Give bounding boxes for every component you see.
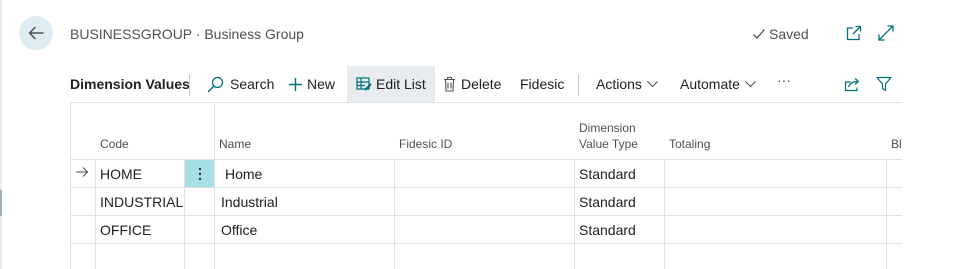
- new-button[interactable]: New: [288, 66, 335, 102]
- edit-list-icon: [356, 77, 372, 91]
- cell-name[interactable]: Home: [225, 166, 262, 182]
- row-actions-button[interactable]: [185, 160, 214, 187]
- back-button[interactable]: [19, 16, 53, 50]
- column-divider: [886, 159, 887, 269]
- column-header-name[interactable]: Name: [219, 136, 251, 152]
- search-label: Search: [230, 76, 275, 92]
- checkmark-icon: [753, 29, 765, 39]
- column-header-blocked[interactable]: Bl: [891, 136, 902, 152]
- page-caption: Dimension Values: [70, 76, 190, 92]
- action-bar-separator: [189, 74, 190, 96]
- edit-list-button[interactable]: Edit List: [347, 66, 435, 102]
- arrow-left-icon: [28, 26, 44, 40]
- fidesic-button[interactable]: Fidesic: [520, 66, 564, 102]
- column-header-code[interactable]: Code: [100, 136, 129, 152]
- action-bar: Dimension Values Search New Edit List De…: [70, 66, 902, 103]
- column-divider: [95, 159, 96, 269]
- share-icon: [844, 78, 860, 92]
- vertical-ellipsis-icon: [198, 167, 201, 180]
- saved-label: Saved: [769, 26, 809, 42]
- row-divider: [70, 243, 902, 244]
- column-header-line: Dimension: [579, 121, 636, 135]
- page-title: BUSINESSGROUP · Business Group: [70, 26, 304, 42]
- row-divider: [70, 187, 902, 188]
- open-in-new-window-button[interactable]: [845, 24, 863, 42]
- search-icon: [207, 76, 224, 92]
- cell-name[interactable]: Office: [221, 222, 257, 238]
- automate-label: Automate: [680, 76, 740, 92]
- saved-status: Saved: [752, 26, 809, 42]
- new-label: New: [307, 76, 336, 92]
- column-header-dimension-value-type[interactable]: Dimension Value Type: [579, 120, 638, 152]
- cell-code[interactable]: HOME: [100, 166, 142, 182]
- edit-list-label: Edit List: [376, 76, 426, 92]
- filter-button[interactable]: [876, 66, 898, 102]
- filter-icon: [876, 76, 892, 92]
- actions-label: Actions: [596, 76, 642, 92]
- arrow-right-icon: [76, 167, 89, 177]
- trash-icon: [444, 76, 455, 92]
- plus-icon: [289, 77, 302, 91]
- expand-button[interactable]: [877, 24, 895, 42]
- column-divider: [394, 159, 395, 269]
- column-divider: [574, 159, 575, 269]
- delete-label: Delete: [461, 76, 502, 92]
- chevron-down-icon: [647, 80, 658, 87]
- cell-code[interactable]: INDUSTRIAL: [100, 194, 183, 210]
- cell-code[interactable]: OFFICE: [100, 222, 151, 238]
- column-header-line: Value Type: [579, 137, 638, 151]
- automate-menu[interactable]: Automate: [680, 66, 756, 102]
- cell-dimension-value-type[interactable]: Standard: [579, 194, 636, 210]
- more-options-button[interactable]: ···: [777, 62, 791, 98]
- left-edge-marker: [0, 190, 2, 216]
- row-divider: [70, 215, 902, 216]
- open-in-new-window-icon: [846, 25, 862, 41]
- action-bar-separator: [578, 74, 579, 96]
- share-button[interactable]: [844, 66, 868, 102]
- expand-icon: [878, 25, 894, 41]
- column-divider: [70, 103, 71, 269]
- page-left-edge: [0, 0, 2, 269]
- column-divider: [214, 103, 215, 269]
- cell-name[interactable]: Industrial: [221, 194, 278, 210]
- search-button[interactable]: Search: [207, 66, 274, 102]
- actions-menu[interactable]: Actions: [596, 66, 658, 102]
- dimension-values-table: Code Name Fidesic ID Dimension Value Typ…: [70, 103, 902, 269]
- chevron-down-icon: [745, 80, 756, 87]
- column-header-totaling[interactable]: Totaling: [669, 136, 710, 152]
- cell-dimension-value-type[interactable]: Standard: [579, 166, 636, 182]
- delete-button[interactable]: Delete: [443, 66, 501, 102]
- column-divider: [664, 159, 665, 269]
- column-header-fidesic-id[interactable]: Fidesic ID: [399, 136, 452, 152]
- cell-dimension-value-type[interactable]: Standard: [579, 222, 636, 238]
